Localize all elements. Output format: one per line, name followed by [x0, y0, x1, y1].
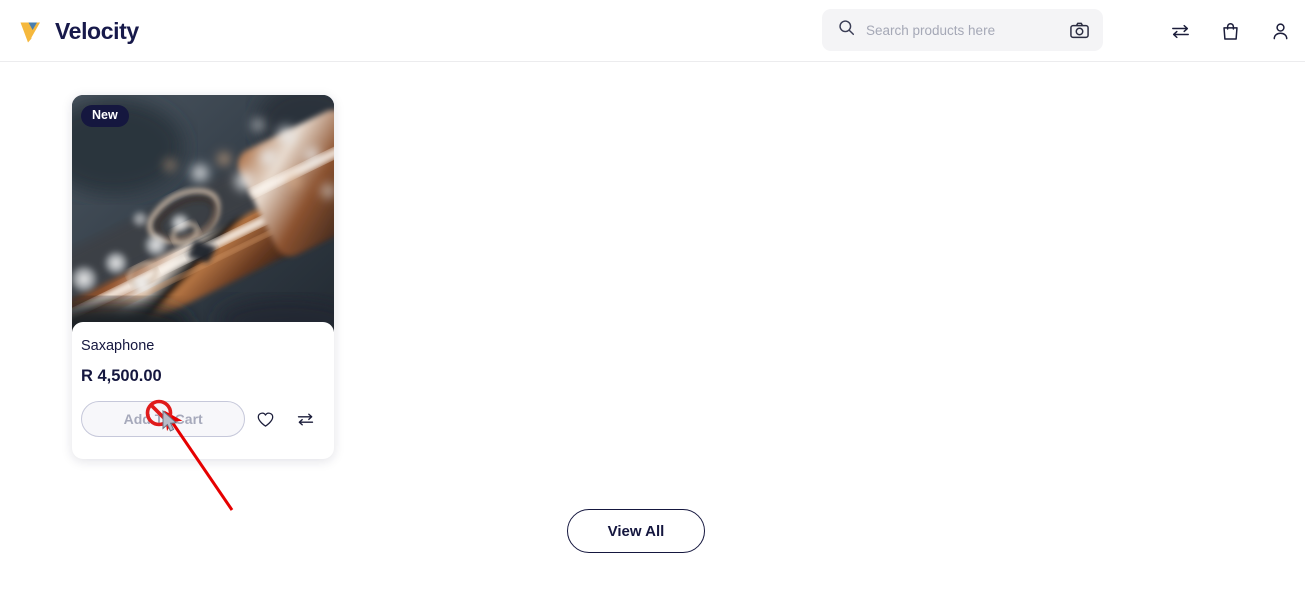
- product-compare-arrows-icon[interactable]: [285, 401, 325, 437]
- view-all-button[interactable]: View All: [567, 509, 705, 553]
- add-to-cart-button[interactable]: Add To Cart: [81, 401, 246, 437]
- product-card[interactable]: New Saxaphone R 4,500.00 Add To Cart: [72, 95, 334, 459]
- search-icon: [838, 19, 855, 41]
- wishlist-heart-icon[interactable]: [245, 401, 285, 437]
- site-header: Velocity: [0, 0, 1305, 62]
- product-image[interactable]: New: [72, 95, 334, 332]
- header-actions: [1155, 0, 1305, 62]
- user-account-icon[interactable]: [1255, 0, 1305, 62]
- camera-icon[interactable]: [1069, 20, 1090, 41]
- main-content: New Saxaphone R 4,500.00 Add To Cart Vie…: [0, 62, 1305, 591]
- brand-logo-link[interactable]: Velocity: [18, 0, 139, 62]
- search-input[interactable]: [866, 22, 1069, 38]
- product-price: R 4,500.00: [81, 366, 162, 385]
- brand-name: Velocity: [55, 17, 139, 44]
- product-card-body: Saxaphone R 4,500.00 Add To Cart: [72, 322, 334, 437]
- search-bar[interactable]: [822, 9, 1103, 51]
- product-card-actions: Add To Cart: [81, 401, 325, 437]
- product-title: Saxaphone: [81, 338, 155, 354]
- shopping-bag-icon[interactable]: [1205, 0, 1255, 62]
- compare-arrows-icon[interactable]: [1155, 0, 1205, 62]
- status-badge-new: New: [81, 105, 129, 127]
- velocity-checkmark-logo-icon: [18, 16, 48, 46]
